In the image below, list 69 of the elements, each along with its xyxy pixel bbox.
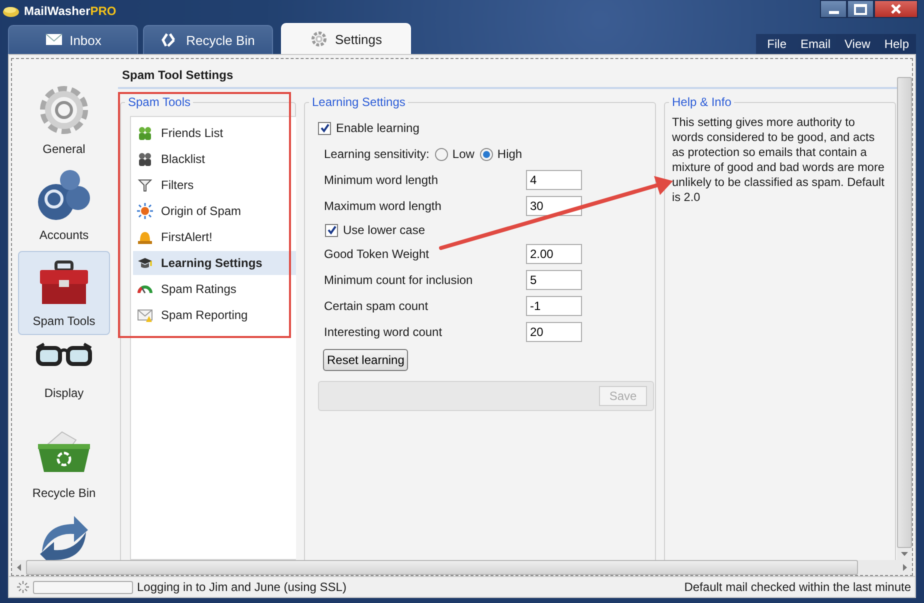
input-field[interactable]: -1 [526,296,582,316]
field-label: Minimum count for inclusion [324,273,474,287]
tab[interactable]: Settings [281,23,411,54]
input-field[interactable]: 5 [526,270,582,290]
sidebar-item[interactable]: Display [18,337,110,421]
list-item[interactable]: Spam Ratings [133,277,296,301]
close-button[interactable] [874,0,918,18]
menu-item[interactable]: File [760,37,794,51]
menu-item[interactable]: View [838,37,878,51]
scroll-right-icon[interactable] [903,564,907,571]
group-title: Spam Tools [125,95,194,109]
input-field[interactable]: 20 [526,322,582,342]
menu-item[interactable]: Email [794,37,838,51]
group-title: Help & Info [669,95,734,109]
envelope-icon [44,32,63,48]
sidebar-item[interactable]: Accounts [18,165,110,249]
input-field[interactable]: 4 [526,170,582,190]
field-label: Good Token Weight [324,247,430,261]
graduation-cap-icon [137,255,153,271]
help-text: This setting gives more authority to words considered to be good, and acts as protection so emails that contain a mixture of good and bad words are more unlikely to be classified as spam. Default is 2.0 [671,114,886,205]
alert-light-icon [137,229,153,245]
sun-icon [137,203,153,219]
sidebar-item[interactable]: General [18,79,110,163]
scroll-left-icon[interactable] [17,564,21,571]
checkbox-label: Use lower case [343,223,426,237]
people-icon [137,151,153,167]
tab[interactable]: Recycle Bin [143,25,273,54]
status-text: Default mail checked within the last minute [684,580,911,594]
window-title: MailWasherPRO [24,4,116,18]
app-logo-icon [2,4,20,18]
group-title: Learning Settings [309,95,408,109]
funnel-icon [137,177,153,193]
field-label: Certain spam count [324,299,430,313]
maximize-button[interactable] [847,0,874,18]
checkbox[interactable] [318,122,331,134]
vertical-scrollbar[interactable] [897,77,912,560]
status-text: Logging in to Jim and June (using SSL) [137,580,346,594]
menu-item[interactable]: Help [877,37,916,51]
radio-button[interactable] [435,148,448,160]
list-item[interactable]: Blacklist [133,147,296,171]
list-item[interactable]: FirstAlert! [133,225,296,249]
envelope-warning-icon [137,307,153,323]
tab[interactable]: Inbox [8,25,138,54]
field-label: Learning sensitivity: [324,147,430,161]
list-item[interactable]: Filters [133,173,296,197]
field-label: Interesting word count [324,325,444,339]
checkbox[interactable] [325,224,338,236]
minimize-button[interactable] [820,0,847,18]
list-item[interactable]: Spam Reporting [133,303,296,327]
people-icon [137,125,153,141]
scroll-down-icon[interactable] [901,552,908,556]
list-item[interactable]: Friends List [133,121,296,145]
list-item[interactable]: Learning Settings [133,251,296,275]
radio-label: Low [452,147,474,161]
checkbox-label: Enable learning [336,121,420,135]
radio-button[interactable] [480,148,494,160]
sidebar-item[interactable]: Spam Tools [18,251,110,335]
field-label: Minimum word length [324,173,440,187]
reset-button[interactable]: Reset learning [323,349,408,371]
sidebar-item[interactable]: Recycle Bin [18,423,110,507]
section-heading: Spam Tool Settings [118,59,897,89]
radio-label: High [497,147,522,161]
input-field[interactable]: 2.00 [526,244,582,264]
close-icon [890,4,902,14]
list-item[interactable]: Origin of Spam [133,199,296,223]
field-label: Maximum word length [324,199,442,213]
horizontal-scrollbar[interactable] [12,560,912,575]
gear-icon [310,31,328,47]
spinner-icon [17,581,29,593]
